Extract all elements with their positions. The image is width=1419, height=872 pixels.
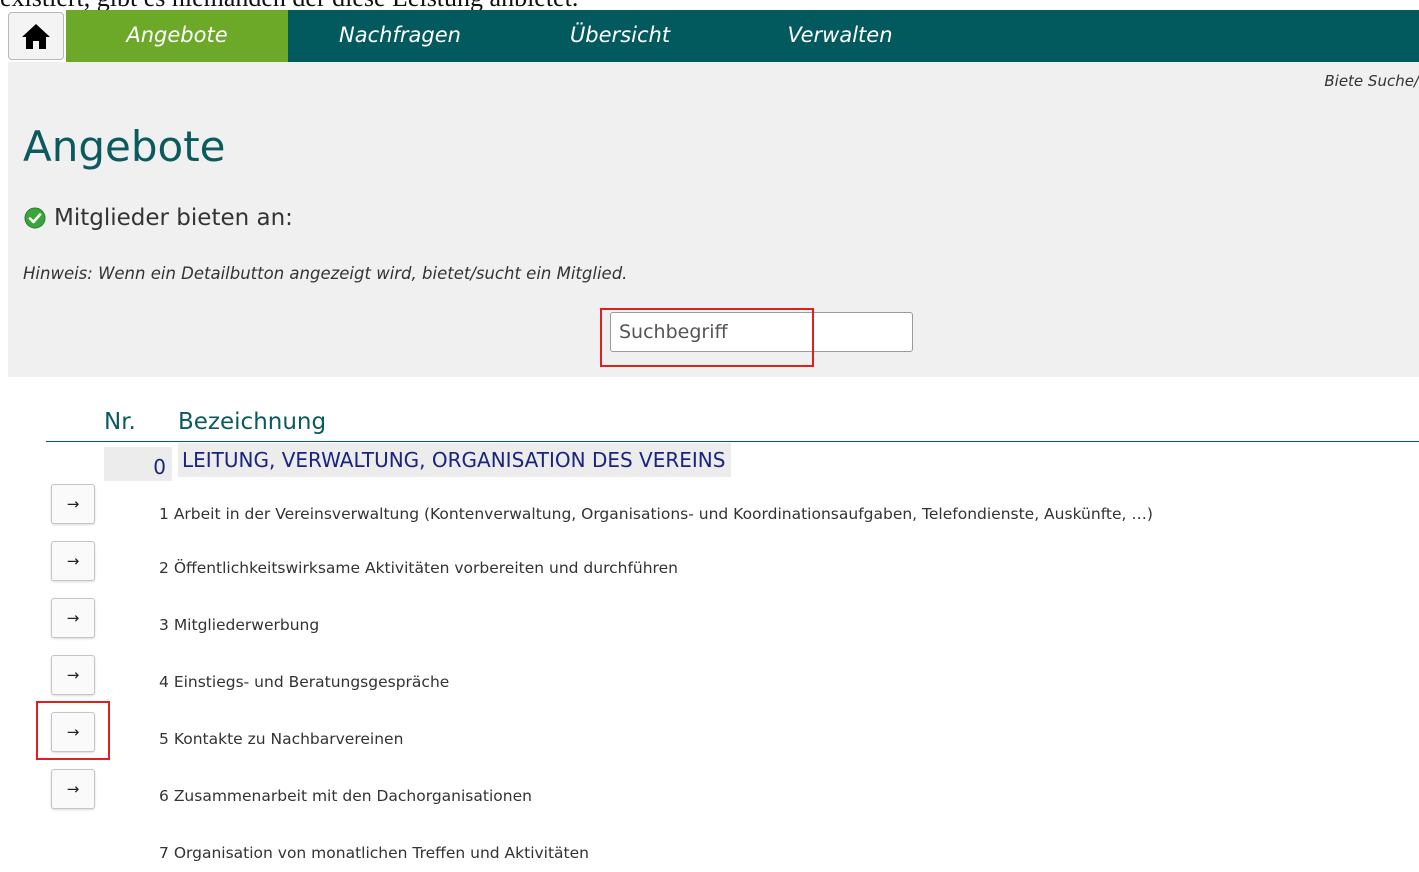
highlight-search [600,308,814,367]
hint-text: Hinweis: Wenn ein Detailbutton angezeigt… [23,264,628,283]
detail-button-6[interactable]: → [51,769,95,809]
column-header-nr: Nr. [104,409,136,435]
detail-button-4[interactable]: → [51,655,95,695]
breadcrumb-hint: Biete Suche/ [1324,72,1419,90]
detail-button-2[interactable]: → [51,541,95,581]
table-row-6: 6 Zusammenarbeit mit den Dachorganisatio… [159,787,532,805]
home-icon [22,24,50,49]
nav-tab-nachfragen[interactable]: Nachfragen [300,10,500,62]
nav-tab-uebersicht[interactable]: Übersicht [520,10,720,62]
nav-tab-verwalten[interactable]: Verwalten [740,10,940,62]
column-header-bezeichnung: Bezeichnung [178,409,327,435]
nav-tab-angebote[interactable]: Angebote [66,10,288,62]
table-row-7: 7 Organisation von monatlichen Treffen u… [159,844,589,862]
page-title: Angebote [23,122,226,171]
category-nr: 0 [104,447,172,481]
highlight-detail-button [36,701,110,760]
table-row-4: 4 Einstiegs- und Beratungsgespräche [159,673,450,691]
header-divider [46,441,1419,442]
category-label: LEITUNG, VERWALTUNG, ORGANISATION DES VE… [178,443,732,477]
home-button[interactable] [8,12,64,60]
main-content: Biete Suche/ Angebote Mitglieder bieten … [8,62,1419,872]
subtitle: Mitglieder bieten an: [24,205,293,231]
offers-table: Nr. Bezeichnung 0 LEITUNG, VERWALTUNG, O… [8,377,1419,872]
check-circle-icon [24,207,46,229]
detail-button-1[interactable]: → [51,484,95,524]
table-row-2: 2 Öffentlichkeitswirksame Aktivitäten vo… [159,559,678,577]
table-row-5: 5 Kontakte zu Nachbarvereinen [159,730,404,748]
table-row-3: 3 Mitgliederwerbung [159,616,320,634]
top-text-fragment: existiert, gibt es niemanden der diese L… [0,0,578,11]
detail-button-3[interactable]: → [51,598,95,638]
table-row-1: 1 Arbeit in der Vereinsverwaltung (Konte… [159,505,1153,523]
subtitle-text: Mitglieder bieten an: [54,205,293,231]
